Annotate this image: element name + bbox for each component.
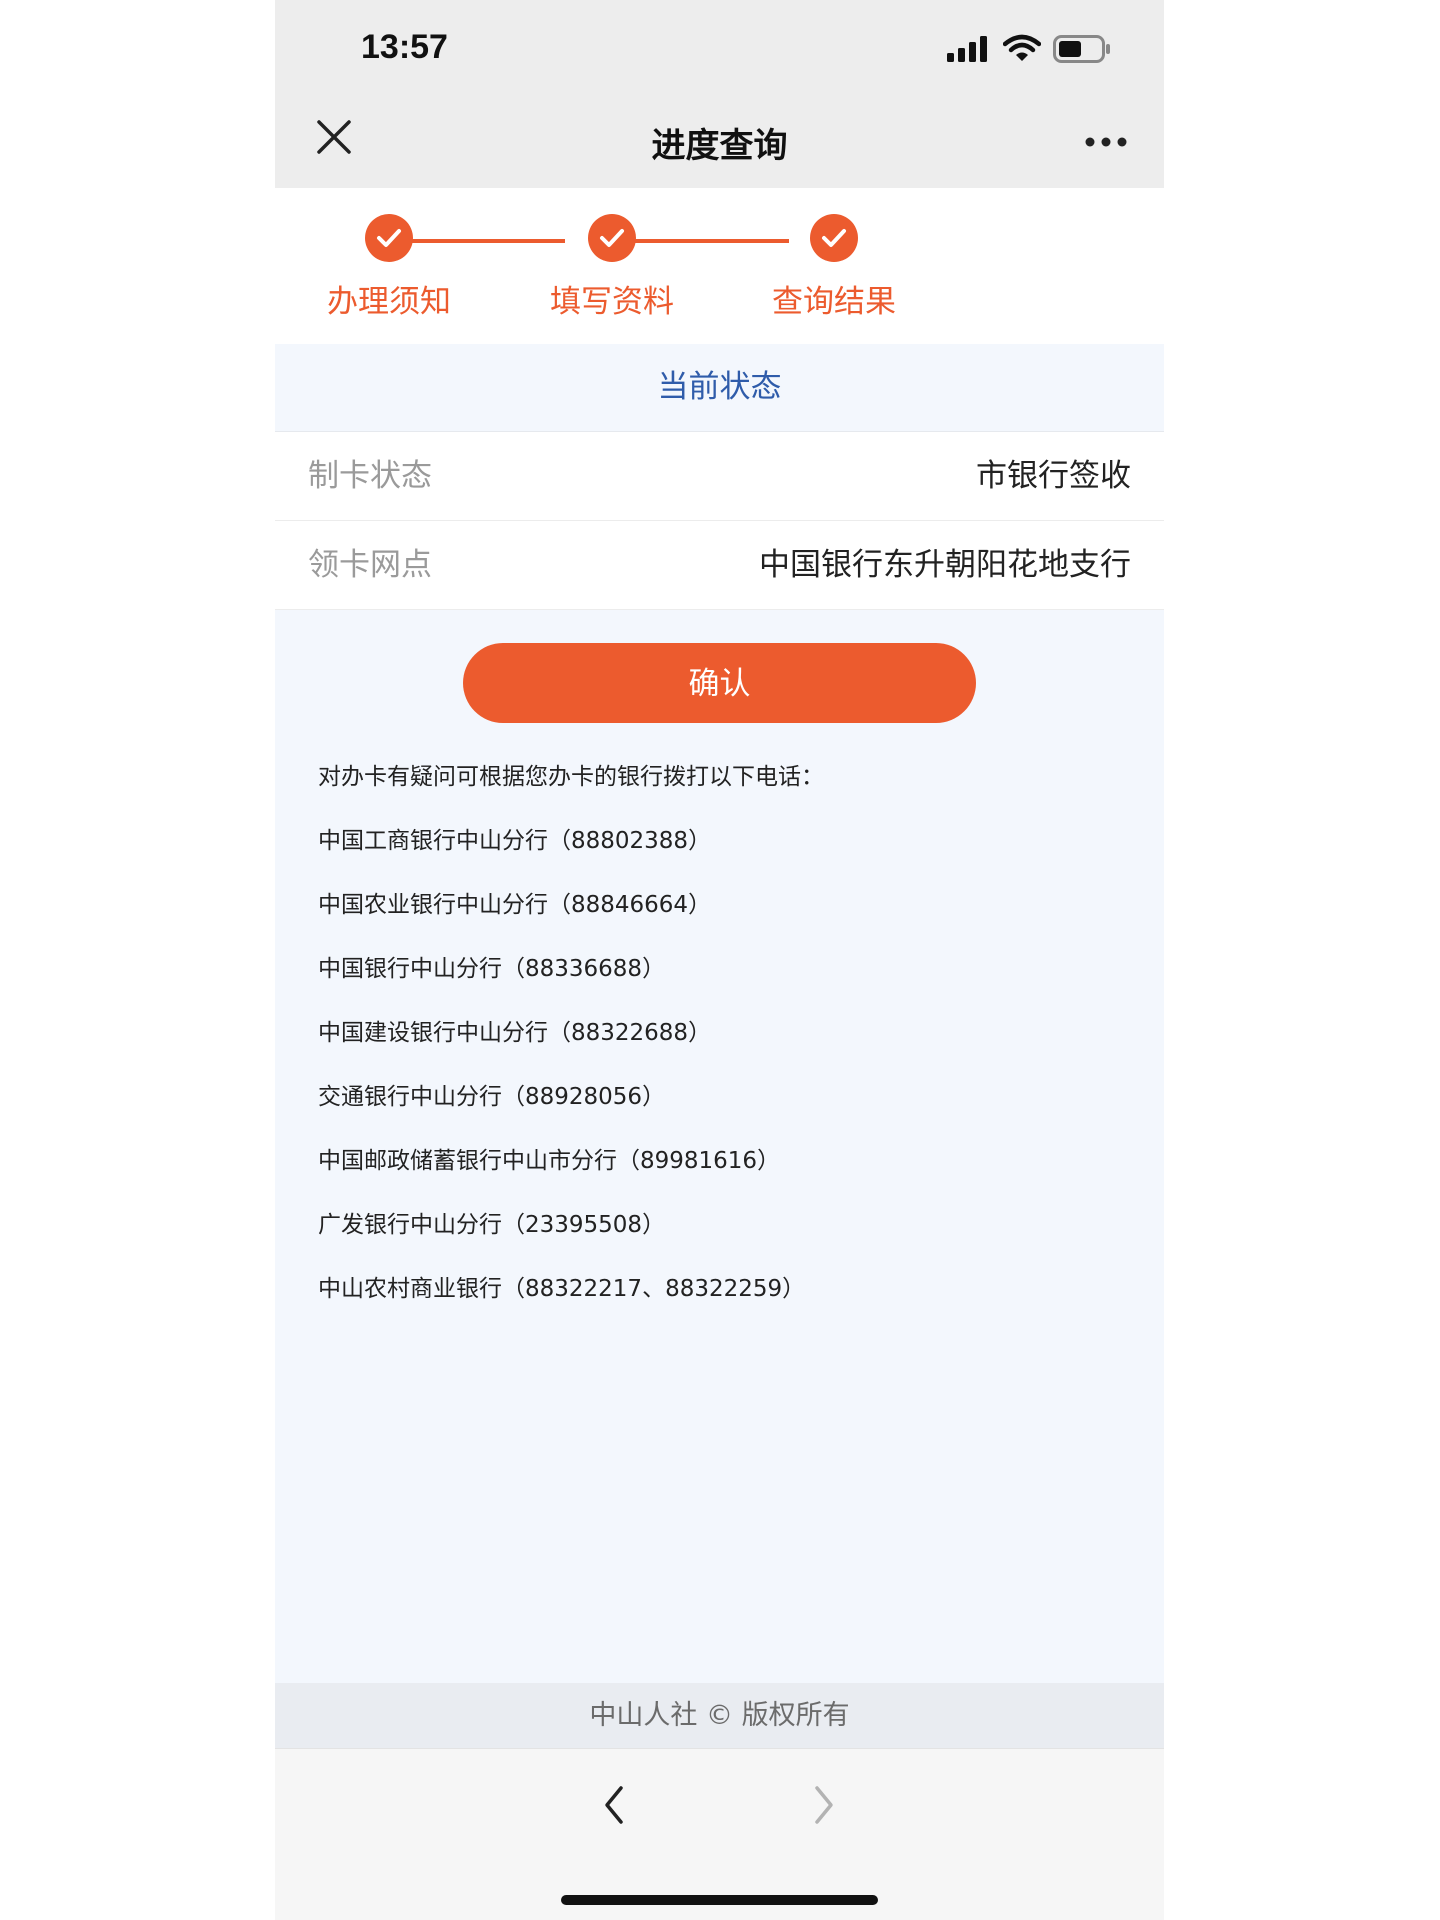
contact-line: 中国工商银行中山分行（88802388） <box>318 828 712 854</box>
step-2-check-icon <box>588 214 636 262</box>
more-button[interactable] <box>1083 130 1129 154</box>
top-bar: 13:57 进度查询 <box>275 0 1164 188</box>
status-section-header: 当前状态 <box>275 344 1164 432</box>
contact-line: 中国建设银行中山分行（88322688） <box>318 1020 712 1046</box>
copyright-footer: 中山人社 © 版权所有 <box>275 1683 1164 1748</box>
wifi-icon <box>1003 34 1041 61</box>
browser-bottom-bar <box>275 1748 1164 1920</box>
step-connector <box>389 239 565 243</box>
progress-steps: 办理须知 填写资料 查询结果 <box>275 188 1164 344</box>
pickup-branch-value: 中国银行东升朝阳花地支行 <box>759 547 1131 583</box>
pickup-branch-label: 领卡网点 <box>308 547 432 583</box>
contacts-intro: 对办卡有疑问可根据您办卡的银行拨打以下电话： <box>318 764 824 790</box>
back-button[interactable] <box>601 1783 627 1831</box>
card-status-row: 制卡状态 市银行签收 <box>275 432 1164 521</box>
step-3-label: 查询结果 <box>772 284 896 320</box>
contact-line: 中国银行中山分行（88336688） <box>318 956 666 982</box>
chevron-left-icon <box>605 1786 623 1824</box>
step-connector <box>612 239 789 243</box>
pickup-branch-row: 领卡网点 中国银行东升朝阳花地支行 <box>275 521 1164 610</box>
step-2-label: 填写资料 <box>550 284 674 320</box>
more-icon <box>1085 137 1127 147</box>
step-1-check-icon <box>365 214 413 262</box>
phone-screen: 13:57 进度查询 办理须知 填写资料 查询结果 当前状态 制卡状态 市银行签… <box>275 0 1164 1920</box>
bank-contacts: 对办卡有疑问可根据您办卡的银行拨打以下电话： 中国工商银行中山分行（888023… <box>318 757 1138 1333</box>
contact-line: 广发银行中山分行（23395508） <box>318 1212 666 1238</box>
card-status-label: 制卡状态 <box>308 458 432 494</box>
forward-button[interactable] <box>811 1783 837 1831</box>
chevron-right-icon <box>815 1786 833 1824</box>
status-time: 13:57 <box>361 28 448 66</box>
confirm-button[interactable]: 确认 <box>463 643 976 723</box>
step-1-label: 办理须知 <box>327 284 451 320</box>
battery-icon <box>1053 35 1110 63</box>
card-status-value: 市银行签收 <box>976 458 1131 494</box>
home-indicator[interactable] <box>561 1895 878 1905</box>
step-3-check-icon <box>810 214 858 262</box>
signal-icon <box>947 36 987 62</box>
contact-line: 中国农业银行中山分行（88846664） <box>318 892 712 918</box>
contact-line: 交通银行中山分行（88928056） <box>318 1084 666 1110</box>
contact-line: 中山农村商业银行（88322217、88322259） <box>318 1276 806 1302</box>
contact-line: 中国邮政储蓄银行中山市分行（89981616） <box>318 1148 781 1174</box>
page-title: 进度查询 <box>651 126 788 166</box>
